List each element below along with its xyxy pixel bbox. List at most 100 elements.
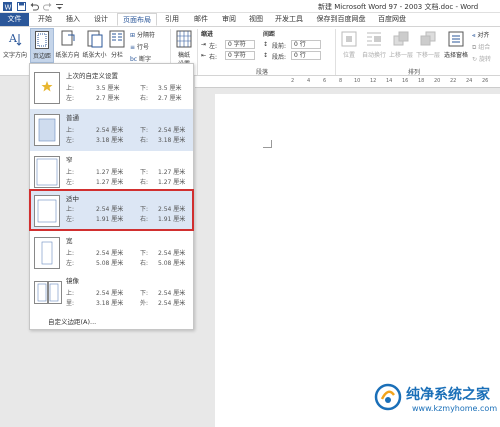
text-direction-button[interactable]: A 文字方向 <box>3 30 27 59</box>
wrap-text-button[interactable]: 自动换行 <box>361 30 387 59</box>
selection-pane-button[interactable]: 选择窗格 <box>442 30 470 59</box>
watermark-title: 纯净系统之家 <box>406 387 490 403</box>
align-button[interactable]: ⫷ 对齐 <box>472 30 489 40</box>
ruler-mark: 18 <box>418 78 425 84</box>
bottom-key: 下: <box>140 169 149 176</box>
indent-left-input[interactable]: 0 字符 <box>225 40 255 49</box>
selection-pane-icon <box>448 31 464 47</box>
margin-option-moderate[interactable]: 适中 上: 2.54 厘米 下: 2.54 厘米 左: 1.91 厘米 右: 1… <box>29 189 194 231</box>
ruler-mark: 10 <box>354 78 361 84</box>
right-key: 右: <box>140 137 149 144</box>
columns-icon <box>109 30 125 48</box>
redo-icon[interactable] <box>43 2 52 11</box>
right-key: 右: <box>140 179 149 186</box>
breaks-icon: ⊞ <box>130 32 136 39</box>
tab-developer[interactable]: 开发工具 <box>272 13 306 26</box>
spacing-after-input[interactable]: 0 行 <box>291 51 321 60</box>
hyphenation-icon: bc <box>130 56 138 63</box>
tab-file[interactable]: 文件 <box>0 13 29 26</box>
bottom-key: 下: <box>140 290 149 297</box>
tab-save-to-baidu[interactable]: 保存到百度网盘 <box>311 13 371 26</box>
wide-margin-icon <box>34 237 60 269</box>
bottom-key: 下: <box>140 127 149 134</box>
tab-design[interactable]: 设计 <box>89 13 113 26</box>
tab-review[interactable]: 审阅 <box>217 13 241 26</box>
spacing-before-input[interactable]: 0 行 <box>291 40 321 49</box>
orientation-button[interactable]: 纸张方向 <box>55 30 80 59</box>
ruler-mark: 12 <box>370 78 377 84</box>
ruler-mark: 6 <box>323 78 327 84</box>
margin-option-last-custom[interactable]: 上次的自定义设置 上: 3.5 厘米 下: 3.5 厘米 左: 2.7 厘米 右… <box>30 67 193 109</box>
group-button[interactable]: ⧉ 组合 <box>472 42 490 52</box>
left-key: 左: <box>66 179 75 186</box>
left-value: 1.91 厘米 <box>96 216 124 223</box>
margins-label: 页边距 <box>32 53 51 60</box>
save-icon[interactable] <box>17 2 26 11</box>
position-button[interactable]: 位置 <box>338 30 360 59</box>
left-value: 2.7 厘米 <box>96 95 120 102</box>
indent-left-label: 左: <box>209 43 218 50</box>
undo-icon[interactable] <box>30 2 39 11</box>
orientation-icon <box>61 30 74 46</box>
rotate-label: 旋转 <box>478 56 491 63</box>
tab-home[interactable]: 开始 <box>33 13 57 26</box>
watermark-logo-icon <box>374 383 402 411</box>
right-value: 5.08 厘米 <box>158 260 186 267</box>
indent-right-input[interactable]: 0 字符 <box>225 51 255 60</box>
custom-margins-link[interactable]: 自定义边距(A)... <box>48 316 96 326</box>
bring-forward-icon <box>393 31 409 46</box>
tab-view[interactable]: 视图 <box>244 13 268 26</box>
line-numbers-label: 行号 <box>136 44 149 51</box>
ruler-mark: 2 <box>291 78 295 84</box>
moderate-margin-icon <box>34 195 60 227</box>
manuscript-label-top: 稿纸 <box>177 52 190 59</box>
mirrored-margin-icon <box>34 281 62 304</box>
text-direction-label: 文字方向 <box>3 52 28 59</box>
position-icon <box>341 31 357 47</box>
margin-option-normal[interactable]: 普通 上: 2.54 厘米 下: 2.54 厘米 左: 3.18 厘米 右: 3… <box>30 109 193 151</box>
breaks-button[interactable]: ⊞ 分隔符 <box>130 30 155 39</box>
inside-value: 3.18 厘米 <box>96 300 124 307</box>
document-page[interactable] <box>215 94 500 427</box>
bottom-key: 下: <box>140 206 149 213</box>
margin-option-name: 上次的自定义设置 <box>66 72 118 80</box>
tab-insert[interactable]: 插入 <box>61 13 85 26</box>
margin-option-name: 适中 <box>66 195 79 203</box>
ruler-mark: 26 <box>482 78 489 84</box>
margin-option-wide[interactable]: 宽 上: 2.54 厘米 下: 2.54 厘米 左: 5.08 厘米 右: 5.… <box>30 232 193 274</box>
align-label: 对齐 <box>477 32 490 39</box>
send-backward-button[interactable]: 下移一层 <box>415 30 441 59</box>
hyphenation-button[interactable]: bc 断字 <box>130 54 151 63</box>
normal-margin-icon <box>34 114 60 146</box>
customize-icon[interactable] <box>55 2 64 11</box>
top-key: 上: <box>66 206 75 213</box>
site-watermark: 纯净系统之家 www.kzmyhome.com <box>374 381 500 427</box>
tab-baidu-netdisk[interactable]: 百度网盘 <box>374 13 410 26</box>
horizontal-ruler[interactable]: 2 4 6 8 10 12 14 16 18 20 22 24 26 <box>195 76 500 88</box>
text-direction-icon: A <box>8 32 22 46</box>
margins-button[interactable]: 页边距 <box>30 28 54 63</box>
selection-pane-label: 选择窗格 <box>443 52 468 59</box>
bottom-value: 2.54 厘米 <box>158 250 186 257</box>
bring-forward-button[interactable]: 上移一层 <box>388 30 414 59</box>
right-value: 3.18 厘米 <box>158 137 186 144</box>
columns-button[interactable]: 分栏 <box>108 30 126 59</box>
margin-option-mirrored[interactable]: 镜像 上: 2.54 厘米 下: 2.54 厘米 里: 3.18 厘米 外: 2… <box>30 272 193 314</box>
right-key: 右: <box>140 260 149 267</box>
tab-page-layout[interactable]: 页面布局 <box>117 13 157 26</box>
tab-mailings[interactable]: 邮件 <box>189 13 213 26</box>
tab-references[interactable]: 引用 <box>160 13 184 26</box>
line-numbers-button[interactable]: ≡ 行号 <box>130 42 149 51</box>
spacing-heading: 间距 <box>263 31 276 38</box>
position-label: 位置 <box>342 52 355 59</box>
group-separator <box>335 29 336 75</box>
breaks-label: 分隔符 <box>136 32 155 39</box>
left-value: 1.27 厘米 <box>96 179 124 186</box>
spacing-after-icon: ↕ <box>263 52 269 59</box>
rotate-button[interactable]: ↻ 旋转 <box>472 54 491 63</box>
rotate-icon: ↻ <box>472 56 478 63</box>
ruler-mark: 8 <box>339 78 343 84</box>
size-button[interactable]: 纸张大小 <box>82 30 107 59</box>
inside-key: 里: <box>66 300 75 307</box>
margin-option-narrow[interactable]: 窄 上: 1.27 厘米 下: 1.27 厘米 左: 1.27 厘米 右: 1.… <box>30 151 193 193</box>
